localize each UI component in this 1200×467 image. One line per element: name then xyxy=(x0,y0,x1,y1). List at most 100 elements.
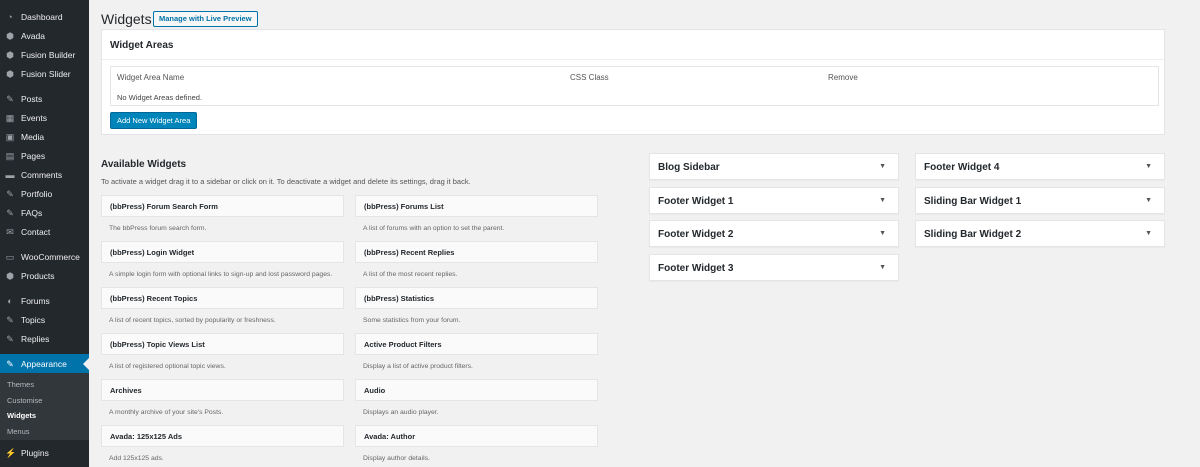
sidebar-item-fusion-builder[interactable]: ⬢ Fusion Builder xyxy=(0,45,89,64)
submenu-item-menus[interactable]: Menus xyxy=(7,427,30,436)
empty-state-text: No Widget Areas defined. xyxy=(117,93,203,102)
sidebar-item-contact[interactable]: ✉ Contact xyxy=(0,222,89,241)
expand-arrow-icon[interactable]: ▼ xyxy=(1145,230,1152,237)
submenu-item-themes[interactable]: Themes xyxy=(7,380,34,389)
sidebar-item-appearance[interactable]: ✎ Appearance xyxy=(0,354,89,373)
add-widget-area-button[interactable]: Add New Widget Area xyxy=(110,112,198,129)
expand-arrow-icon[interactable]: ▼ xyxy=(879,230,886,237)
widget-title: (bbPress) Recent Topics xyxy=(110,294,198,303)
sidebar-item-label: Topics xyxy=(21,314,46,325)
sidebar-footer-widget-2[interactable]: Footer Widget 2 ▼ xyxy=(649,220,899,247)
plugins-icon: ⚡ xyxy=(5,447,17,458)
sidebar-item-label: Media xyxy=(21,131,45,142)
widget-item[interactable]: Avada: Author xyxy=(355,425,598,447)
sidebar-blog-sidebar[interactable]: Blog Sidebar ▼ xyxy=(649,153,899,180)
widget-item[interactable]: (bbPress) Topic Views List xyxy=(101,333,344,355)
submenu-item-widgets[interactable]: Widgets xyxy=(7,411,36,420)
sidebar-item-portfolio[interactable]: ✎ Portfolio xyxy=(0,184,89,203)
sidebar-item-events[interactable]: ▦ Events xyxy=(0,108,89,127)
widget-description: Some statistics from your forum. xyxy=(363,317,461,324)
sidebar-item-label: Portfolio xyxy=(21,188,53,199)
comments-icon: ▬ xyxy=(5,169,15,180)
sidebar-item-faqs[interactable]: ✎ FAQs xyxy=(0,203,89,222)
sidebar-item-avada[interactable]: ⬢ Avada xyxy=(0,26,89,45)
widget-item[interactable]: (bbPress) Forums List xyxy=(355,195,598,217)
admin-sidebar: ◔ Dashboard ⬢ Avada ⬢ Fusion Builder ⬢ Fusion S… xyxy=(0,0,89,467)
widget-description: A list of registered optional topic view… xyxy=(109,363,226,370)
widget-item[interactable]: (bbPress) Forum Search Form xyxy=(101,195,344,217)
widget-areas-title: Widget Areas xyxy=(110,40,174,51)
widget-item[interactable]: Avada: 125x125 Ads xyxy=(101,425,344,447)
replies-icon: ✎ xyxy=(6,333,14,344)
sidebar-item-replies[interactable]: ✎ Replies xyxy=(0,329,89,348)
fusion-slider-icon: ⬢ xyxy=(6,68,14,79)
widget-title: (bbPress) Statistics xyxy=(364,294,435,303)
sidebar-item-dashboard[interactable]: ◔ Dashboard xyxy=(0,7,89,26)
topics-icon: ✎ xyxy=(6,314,14,325)
widget-item[interactable]: (bbPress) Recent Topics xyxy=(101,287,344,309)
sidebar-title: Sliding Bar Widget 1 xyxy=(924,196,1022,207)
widget-title: (bbPress) Topic Views List xyxy=(110,340,205,349)
widget-areas-table: Widget Area Name CSS Class Remove No Wid… xyxy=(110,66,1159,106)
widget-title: Audio xyxy=(364,386,386,395)
sidebar-title: Sliding Bar Widget 2 xyxy=(924,229,1022,240)
widget-item[interactable]: Active Product Filters xyxy=(355,333,598,355)
sidebar-item-comments[interactable]: ▬ Comments xyxy=(0,165,89,184)
sidebar-item-label: Plugins xyxy=(21,447,49,458)
widget-description: A list of forums with an option to set t… xyxy=(363,225,505,232)
sidebar-item-posts[interactable]: ✎ Posts xyxy=(0,89,89,108)
widget-title: Active Product Filters xyxy=(364,340,442,349)
products-icon: ⬢ xyxy=(6,270,14,281)
widget-item[interactable]: (bbPress) Statistics xyxy=(355,287,598,309)
sidebar-item-fusion-slider[interactable]: ⬢ Fusion Slider xyxy=(0,64,89,83)
expand-arrow-icon[interactable]: ▼ xyxy=(1145,197,1152,204)
widget-title: Archives xyxy=(110,386,142,395)
appearance-submenu: Themes Customise Widgets Menus xyxy=(0,373,89,440)
widget-description: A monthly archive of your site's Posts. xyxy=(109,409,224,416)
sidebar-item-label: Fusion Builder xyxy=(21,49,76,60)
pages-icon: ▤ xyxy=(5,150,15,161)
available-widgets-title: Available Widgets xyxy=(101,159,187,170)
widget-item[interactable]: Archives xyxy=(101,379,344,401)
widget-item[interactable]: (bbPress) Login Widget xyxy=(101,241,344,263)
appearance-brush-icon: ✎ xyxy=(6,358,14,369)
sidebar-item-plugins[interactable]: ⚡ Plugins xyxy=(0,443,89,462)
sidebar-item-label: Forums xyxy=(21,295,50,306)
sidebar-item-label: Products xyxy=(21,270,55,281)
submenu-item-customise[interactable]: Customise xyxy=(7,396,42,405)
widget-item[interactable]: Audio xyxy=(355,379,598,401)
live-preview-button[interactable]: Manage with Live Preview xyxy=(153,11,258,27)
widget-item[interactable]: (bbPress) Recent Replies xyxy=(355,241,598,263)
column-header-css-class: CSS Class xyxy=(570,73,609,82)
sidebar-footer-widget-1[interactable]: Footer Widget 1 ▼ xyxy=(649,187,899,214)
sidebar-item-label: Replies xyxy=(21,333,50,344)
widget-title: (bbPress) Login Widget xyxy=(110,248,195,257)
sidebar-item-label: Events xyxy=(21,112,47,123)
sidebar-item-woocommerce[interactable]: ▭ WooCommerce xyxy=(0,247,89,266)
sidebar-item-label: Dashboard xyxy=(21,11,63,22)
sidebar-item-forums[interactable]: ◐ Forums xyxy=(0,291,89,310)
sidebar-item-topics[interactable]: ✎ Topics xyxy=(0,310,89,329)
column-header-name: Widget Area Name xyxy=(117,73,185,82)
sidebar-item-label: Pages xyxy=(21,150,46,161)
sidebar-sliding-bar-widget-2[interactable]: Sliding Bar Widget 2 ▼ xyxy=(915,220,1165,247)
fusion-builder-icon: ⬢ xyxy=(6,49,14,60)
pin-icon: ✎ xyxy=(6,93,14,104)
expand-arrow-icon[interactable]: ▼ xyxy=(879,197,886,204)
sidebar-item-label: Posts xyxy=(21,93,43,104)
expand-arrow-icon[interactable]: ▼ xyxy=(1145,163,1152,170)
sidebar-footer-widget-3[interactable]: Footer Widget 3 ▼ xyxy=(649,254,899,281)
sidebar-item-pages[interactable]: ▤ Pages xyxy=(0,146,89,165)
widget-description: Displays an audio player. xyxy=(363,409,439,416)
sidebar-item-label: FAQs xyxy=(21,207,43,218)
sidebar-item-media[interactable]: ▣ Media xyxy=(0,127,89,146)
expand-arrow-icon[interactable]: ▼ xyxy=(879,264,886,271)
sidebar-sliding-bar-widget-1[interactable]: Sliding Bar Widget 1 ▼ xyxy=(915,187,1165,214)
widget-description: The bbPress forum search form. xyxy=(109,225,207,232)
widget-areas-panel: Widget Areas Widget Area Name CSS Class … xyxy=(101,29,1165,135)
sidebar-footer-widget-4[interactable]: Footer Widget 4 ▼ xyxy=(915,153,1165,180)
available-widgets-description: To activate a widget drag it to a sideba… xyxy=(101,177,471,186)
widget-description: A list of the most recent replies. xyxy=(363,271,458,278)
sidebar-item-products[interactable]: ⬢ Products xyxy=(0,266,89,285)
expand-arrow-icon[interactable]: ▼ xyxy=(879,163,886,170)
